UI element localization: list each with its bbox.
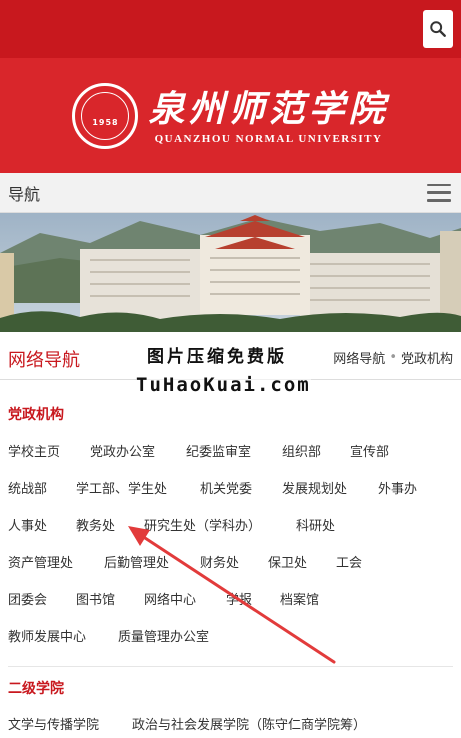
annotation-arrow bbox=[128, 526, 336, 664]
